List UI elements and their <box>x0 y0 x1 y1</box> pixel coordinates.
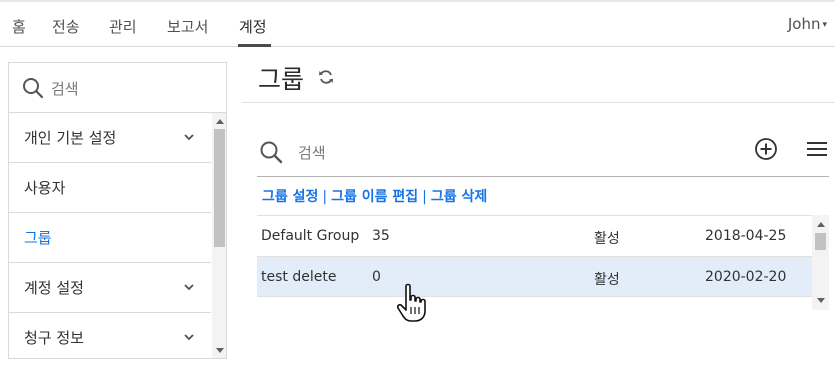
action-separator: | <box>322 189 328 205</box>
add-circle-icon[interactable] <box>754 137 778 161</box>
scroll-up-arrow[interactable] <box>216 119 224 124</box>
header-divider <box>242 102 835 103</box>
group-search-input[interactable]: 검색 <box>298 142 326 163</box>
sidebar-item-users[interactable]: 사용자 <box>9 163 211 213</box>
sidebar-item-groups[interactable]: 그룹 <box>9 213 211 263</box>
sidebar-item-label: 사용자 <box>24 179 66 197</box>
sidebar-item-billing[interactable]: 청구 정보 <box>9 313 211 358</box>
date: 2020-02-20 <box>705 269 787 285</box>
sidebar-search[interactable]: 검색 <box>9 63 226 113</box>
table-row[interactable]: Default Group 35 활성 2018-04-25 <box>257 215 812 256</box>
scroll-down-arrow[interactable] <box>216 348 224 353</box>
action-separator: | <box>422 189 427 205</box>
sidebar-search-placeholder: 검색 <box>51 80 79 98</box>
user-menu[interactable]: John ▾ <box>788 15 827 33</box>
search-icon <box>260 141 283 164</box>
scroll-up-arrow[interactable] <box>817 222 825 227</box>
sidebar-item-label: 청구 정보 <box>24 329 84 347</box>
sidebar-item-label: 개인 기본 설정 <box>24 129 117 147</box>
tab-account[interactable]: 계정 <box>239 16 267 37</box>
status: 활성 <box>594 231 620 247</box>
date: 2018-04-25 <box>705 228 787 244</box>
group-name: test delete <box>261 269 337 285</box>
chevron-down-icon <box>184 134 194 141</box>
sidebar-item-label: 그룹 <box>24 229 52 247</box>
search-icon <box>23 78 44 99</box>
page-title: 그룹 <box>258 65 305 94</box>
tab-home[interactable]: 홈 <box>12 16 26 37</box>
hand-pointer-cursor <box>396 283 426 322</box>
member-count: 35 <box>372 228 390 244</box>
top-navigation: 홈 전송 관리 보고서 계정 John ▾ <box>0 0 835 47</box>
refresh-icon[interactable] <box>318 69 334 85</box>
hamburger-menu-icon[interactable] <box>806 140 828 158</box>
scrollbar-thumb[interactable] <box>214 129 225 247</box>
sidebar-item-label: 계정 설정 <box>24 279 84 297</box>
sidebar-item-account-settings[interactable]: 계정 설정 <box>9 263 211 313</box>
search-underline <box>257 176 829 177</box>
tab-manage[interactable]: 관리 <box>109 16 137 37</box>
member-count: 0 <box>372 269 381 285</box>
table-scrollbar[interactable] <box>812 215 829 310</box>
tab-transfer[interactable]: 전송 <box>52 16 80 37</box>
table-row[interactable]: test delete 0 활성 2020-02-20 <box>257 256 812 297</box>
tab-reports[interactable]: 보고서 <box>167 16 208 37</box>
chevron-down-icon: ▾ <box>822 19 827 30</box>
chevron-down-icon <box>184 284 194 291</box>
status: 활성 <box>594 272 620 288</box>
scroll-down-arrow[interactable] <box>817 298 825 303</box>
sidebar: 검색 개인 기본 설정 사용자 그룹 계정 설정 청구 정보 <box>8 62 227 359</box>
group-settings-link[interactable]: 그룹 설정 <box>262 189 318 205</box>
delete-group-link[interactable]: 그룹 삭제 <box>431 189 487 205</box>
group-name: Default Group <box>261 228 360 244</box>
chevron-down-icon <box>184 334 194 341</box>
edit-group-name-link[interactable]: 그룹 이름 편집 <box>331 189 418 205</box>
active-tab-indicator <box>238 44 271 47</box>
groups-table: Default Group 35 활성 2018-04-25 test dele… <box>257 215 829 310</box>
scrollbar-thumb[interactable] <box>815 233 826 250</box>
group-actions: 그룹 설정 | 그룹 이름 편집 | 그룹 삭제 <box>262 186 487 206</box>
sidebar-item-personal-settings[interactable]: 개인 기본 설정 <box>9 113 211 163</box>
sidebar-scrollbar[interactable] <box>212 113 226 358</box>
user-name: John <box>787 15 821 33</box>
